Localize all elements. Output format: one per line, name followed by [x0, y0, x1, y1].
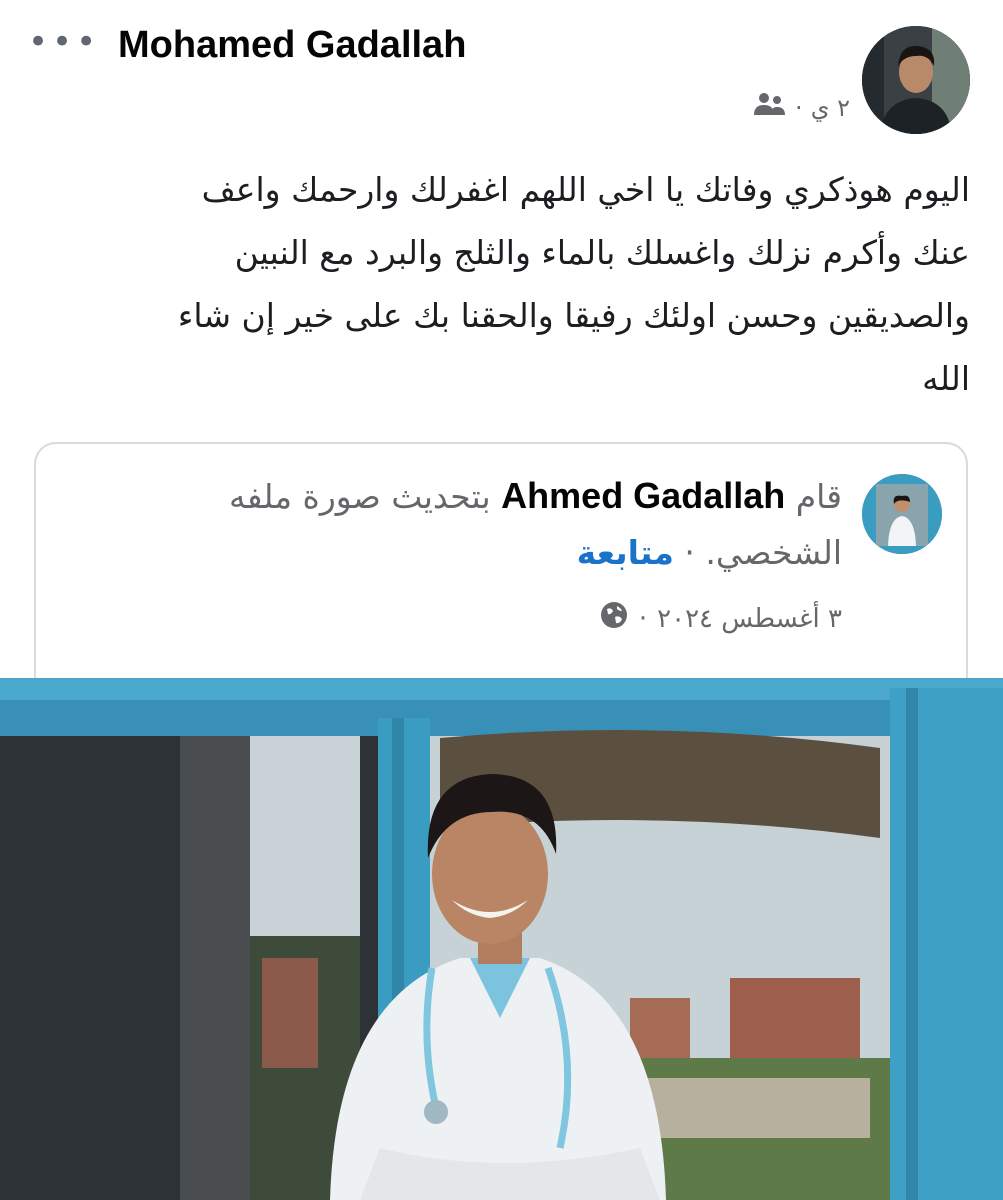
post-meta: ٢ ي ·: [720, 88, 850, 128]
shared-author-name[interactable]: Ahmed Gadallah: [501, 475, 785, 516]
post-header: ••• Mohamed Gadallah ٢ ي ·: [0, 0, 1003, 140]
post-text-line: اليوم هوذكري وفاتك يا اخي اللهم اغفرلك و…: [201, 170, 970, 209]
shared-author-avatar[interactable]: [862, 474, 942, 554]
date-separator: ·: [638, 603, 648, 634]
author-avatar[interactable]: [862, 26, 970, 134]
follow-link[interactable]: متابعة: [577, 533, 674, 572]
friends-icon: [753, 91, 787, 125]
post-text: اليوم هوذكري وفاتك يا اخي اللهم اغفرلك و…: [40, 158, 970, 410]
shared-post-card[interactable]: قام Ahmed Gadallah بتحديث صورة ملفه الشخ…: [34, 442, 968, 702]
author-name[interactable]: Mohamed Gadallah: [118, 24, 466, 67]
globe-icon: [599, 600, 629, 637]
more-options-button[interactable]: •••: [28, 25, 100, 59]
post-text-line: والصديقين وحسن اولئك رفيقا والحقنا بك عل…: [177, 296, 970, 335]
shared-action-cont: الشخصي.: [705, 533, 842, 572]
shared-prefix: قام: [795, 477, 842, 516]
meta-separator: ·: [795, 94, 803, 122]
shared-post-text: قام Ahmed Gadallah بتحديث صورة ملفه الشخ…: [82, 468, 842, 581]
shared-date[interactable]: ٣ أغسطس ٢٠٢٤: [657, 604, 842, 634]
post-time[interactable]: ٢ ي: [811, 94, 850, 122]
shared-date-row: ٣ أغسطس ٢٠٢٤ ·: [599, 600, 842, 637]
post-text-line: الله: [922, 359, 970, 398]
shared-separator: ·: [684, 533, 695, 572]
shared-action: بتحديث صورة ملفه: [229, 477, 491, 516]
post-text-line: عنك وأكرم نزلك واغسلك بالماء والثلج والب…: [234, 233, 970, 272]
profile-photo[interactable]: [0, 678, 1003, 1200]
